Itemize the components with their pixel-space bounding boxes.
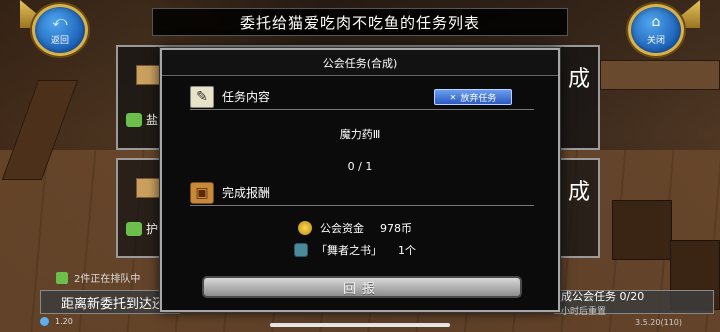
mini-status: 1.20 [40, 316, 160, 326]
back-button-label: 返回 [50, 35, 69, 46]
reward-section: ▣ 完成报酬 [190, 180, 534, 206]
queue-text: 2件正在排队中 [74, 274, 141, 285]
close-icon: ✕ [449, 92, 457, 102]
reward-label: 完成报酬 [222, 186, 271, 200]
chair [612, 200, 672, 260]
task-card-label: 护 [146, 222, 159, 236]
task-content-label: 任务内容 [222, 90, 271, 104]
page-title-bar: 委托给猫爱吃肉不吃鱼的任务列表 [152, 8, 568, 36]
task-card-status: 成 [567, 67, 590, 92]
dialog-header: 公会任务(合成) [162, 50, 558, 76]
task-progress: 0 / 1 [347, 160, 373, 173]
back-arrow-icon: ⤺ [52, 13, 68, 30]
report-button[interactable]: 回报 [202, 276, 522, 298]
close-button[interactable]: ⌂ 关闭 [628, 4, 684, 56]
reward-amount: 978币 [380, 222, 412, 235]
badge-icon [126, 222, 142, 236]
reward-name: 「舞者之书」 [316, 244, 382, 257]
dialog-title: 公会任务(合成) [322, 56, 398, 70]
report-button-label: 回报 [342, 281, 381, 297]
task-card-label: 盐 [146, 113, 159, 127]
home-icon: ⌂ [651, 13, 661, 30]
guild-task-dialog: 公会任务(合成) ✎ 任务内容 ✕ 放弃任务 魔力药Ⅲ 0 / 1 ▣ 完成报酬… [160, 48, 560, 312]
queue-status: 2件正在排队中 [56, 270, 140, 285]
timer-text: 距离新委托到达还 [61, 296, 166, 312]
treasure-chest-icon: ▣ [190, 181, 214, 204]
wooden-beam [600, 60, 720, 90]
abandon-task-button[interactable]: ✕ 放弃任务 [434, 89, 512, 105]
task-icon [136, 178, 162, 198]
version-label: 3.5.20(110) [635, 318, 682, 327]
task-card-status: 成 [567, 180, 590, 205]
reward-name: 公会资金 [320, 222, 364, 235]
task-icon [136, 65, 162, 85]
page-title: 委托给猫爱吃肉不吃鱼的任务列表 [239, 13, 480, 32]
queue-icon [56, 271, 68, 284]
reward-amount: 1个 [398, 244, 416, 257]
coin-icon [298, 221, 312, 235]
clipboard-icon: ✎ [190, 85, 214, 108]
mini-status-text: 1.20 [55, 316, 73, 326]
book-icon [294, 243, 308, 257]
guild-reset-text: 小时后重置 [561, 306, 607, 317]
guild-task-count: 成公会任务 0/20 [561, 289, 645, 303]
close-button-label: 关闭 [646, 35, 665, 46]
reward-item: 「舞者之书」 1个 [294, 242, 416, 258]
home-indicator[interactable] [270, 323, 450, 327]
abandon-task-label: 放弃任务 [460, 93, 497, 104]
back-button[interactable]: ⤺ 返回 [32, 4, 88, 56]
reward-item: 公会资金 978币 [298, 220, 412, 236]
required-item-name: 魔力药Ⅲ [339, 128, 381, 141]
status-dot-icon [40, 316, 49, 326]
task-content-section: ✎ 任务内容 ✕ 放弃任务 [190, 84, 534, 110]
badge-icon [126, 113, 142, 127]
guild-task-status: 成公会任务 0/20 小时后重置 [554, 289, 714, 317]
new-task-timer: 距离新委托到达还 [40, 290, 180, 314]
